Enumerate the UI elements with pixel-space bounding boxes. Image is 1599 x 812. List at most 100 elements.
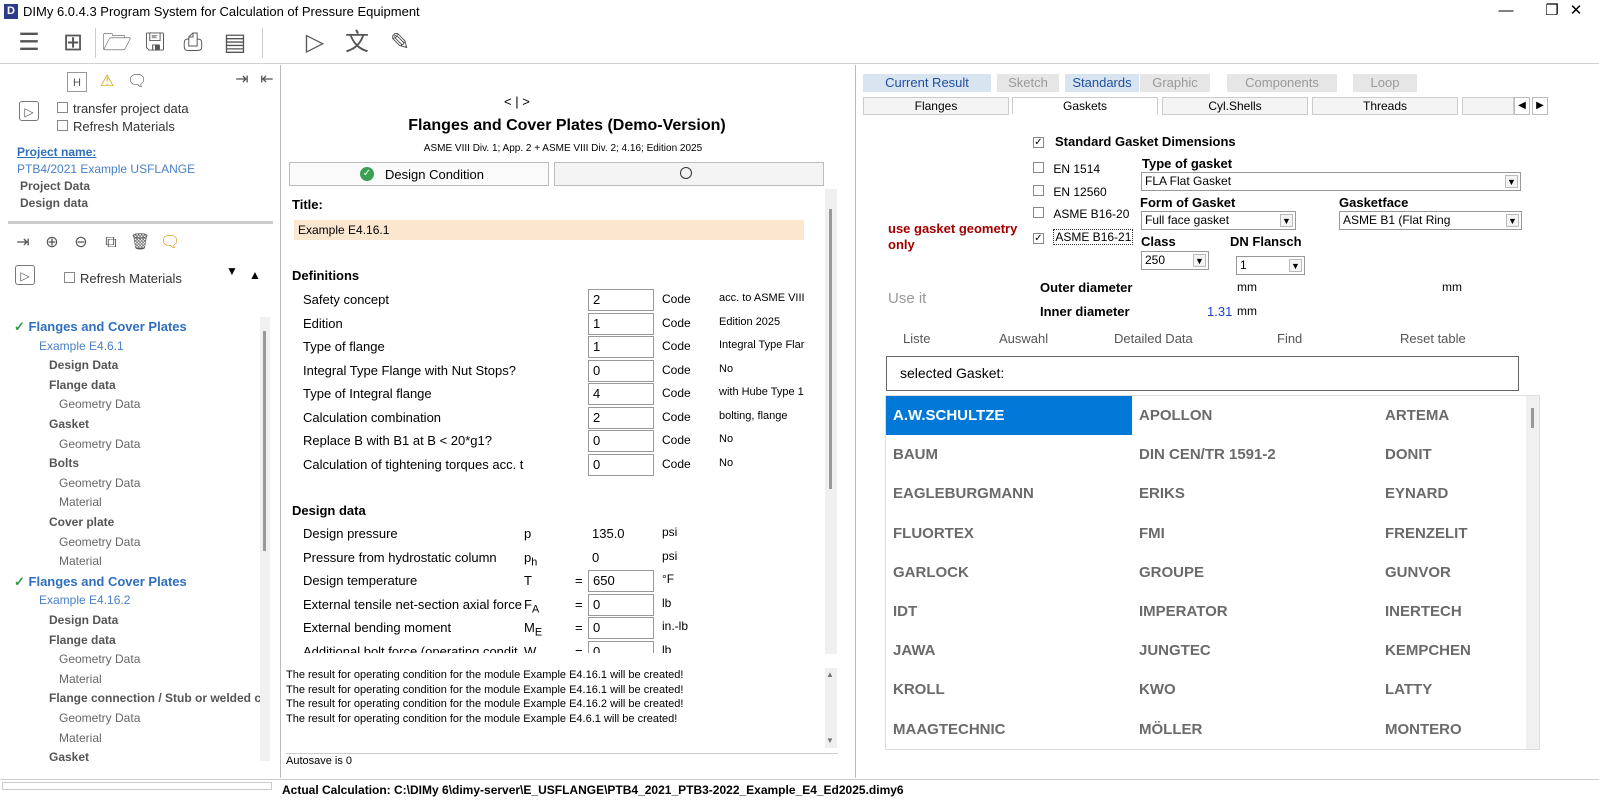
splitter[interactable]	[8, 221, 273, 224]
gasket-manufacturer-cell[interactable]: DONIT	[1378, 435, 1539, 474]
definition-input[interactable]: 0	[588, 430, 654, 452]
scroll-right-icon[interactable]: ▶	[1532, 97, 1548, 115]
std-dims-checkbox[interactable]: ✓	[1033, 137, 1044, 148]
tab-graphic[interactable]: Graphic	[1140, 74, 1210, 92]
tree-item[interactable]: Example E4.6.1	[39, 339, 124, 353]
exit-icon[interactable]: ⇥	[13, 233, 33, 253]
gasket-manufacturer-cell[interactable]: FMI	[1132, 514, 1372, 553]
gasket-manufacturer-cell[interactable]: FRENZELIT	[1378, 514, 1539, 553]
standard-option[interactable]: EN 12560	[1033, 184, 1107, 199]
tab-sketch[interactable]: Sketch	[997, 74, 1059, 92]
gasket-manufacturer-cell[interactable]: FLUORTEX	[886, 514, 1132, 553]
run-settings-icon[interactable]: ▷	[299, 27, 331, 59]
form-scrollbar[interactable]	[825, 189, 837, 654]
tab-loop[interactable]: Loop	[1353, 74, 1417, 92]
tree-item[interactable]: Example E4.16.2	[39, 593, 130, 607]
open-folder-icon[interactable]: 🗁	[101, 27, 133, 59]
class-select[interactable]: 250 ▼	[1141, 251, 1209, 270]
subtab-gaskets[interactable]: Gaskets	[1012, 97, 1158, 115]
refresh-checkbox-2[interactable]	[64, 272, 75, 283]
tree-item[interactable]: Material	[59, 495, 102, 509]
cabinet-icon[interactable]: ▤	[219, 27, 251, 59]
type-select[interactable]: FLA Flat Gasket ▼	[1141, 172, 1521, 191]
definition-input[interactable]: 2	[588, 406, 654, 429]
warning-icon[interactable]: ⚠	[97, 72, 117, 92]
design-input[interactable]: 0	[588, 640, 654, 653]
use-it-button[interactable]: Use it	[888, 290, 926, 307]
export-icon[interactable]: ⇥	[232, 70, 252, 90]
definition-input[interactable]: 1	[588, 336, 654, 358]
tree-item[interactable]: Flange data	[49, 378, 116, 392]
translate-icon[interactable]: 文	[341, 27, 373, 59]
gasket-manufacturer-cell[interactable]: LATTY	[1378, 670, 1539, 709]
tree-item[interactable]: Geometry Data	[59, 711, 140, 725]
minimize-button[interactable]: —	[1483, 0, 1529, 24]
log-scrollbar[interactable]: ▲ ▼	[825, 668, 837, 748]
gasket-manufacturer-cell[interactable]: DIN CEN/TR 1591-2	[1132, 435, 1372, 474]
face-select[interactable]: ASME B1 (Flat Ring ▼	[1339, 211, 1522, 230]
grid-scrollbar[interactable]	[1526, 396, 1539, 749]
duplicate-icon[interactable]: ⧉	[101, 233, 121, 253]
gasket-manufacturer-cell[interactable]: KEMPCHEN	[1378, 631, 1539, 670]
project-data-item[interactable]: Project Data	[20, 179, 90, 193]
auswahl-button[interactable]: Auswahl	[999, 331, 1048, 346]
tree-item[interactable]: Flange connection / Stub or welded co	[49, 691, 260, 705]
tree-item[interactable]: Design Data	[49, 613, 118, 627]
subtab-cylshells[interactable]: Cyl.Shells	[1162, 97, 1308, 115]
definition-input[interactable]: 2	[588, 289, 654, 311]
tree-item[interactable]: Gasket	[49, 750, 89, 761]
tree-item[interactable]: Geometry Data	[59, 652, 140, 666]
reset-table-button[interactable]: Reset table	[1400, 331, 1466, 346]
close-button[interactable]: ✕	[1553, 0, 1599, 24]
gasket-manufacturer-cell[interactable]: A.W.SCHULTZE	[886, 396, 1132, 435]
gasket-manufacturer-cell[interactable]: EAGLEBURGMANN	[886, 474, 1132, 513]
transfer-checkbox[interactable]	[57, 102, 68, 113]
collapse-down-icon[interactable]: ▼	[226, 264, 238, 278]
tree-item[interactable]: Geometry Data	[59, 437, 140, 451]
tree-item[interactable]: Design Data	[49, 358, 118, 372]
refresh-checkbox[interactable]	[57, 120, 68, 131]
tree-item[interactable]: ✓ Flanges and Cover Plates	[14, 319, 187, 335]
note-icon[interactable]: 🗨	[160, 233, 180, 253]
add-icon[interactable]: ⊕	[42, 233, 62, 253]
detailed-data-button[interactable]: Detailed Data	[1114, 331, 1193, 346]
expand-up-icon[interactable]: ▲	[249, 268, 261, 282]
tree-item[interactable]: Bolts	[49, 456, 79, 470]
dn-select[interactable]: 1 ▼	[1236, 256, 1305, 275]
subtab-flanges[interactable]: Flanges	[863, 97, 1009, 115]
tree-item[interactable]: Flange data	[49, 633, 116, 647]
gasket-manufacturer-cell[interactable]: JAWA	[886, 631, 1132, 670]
gasket-manufacturer-cell[interactable]: INERTECH	[1378, 592, 1539, 631]
gasket-manufacturer-cell[interactable]: MAAGTECHNIC	[886, 710, 1132, 749]
design-input[interactable]: 0	[588, 593, 654, 616]
tree-item[interactable]: Material	[59, 672, 102, 686]
gasket-manufacturer-cell[interactable]: MÖLLER	[1132, 710, 1372, 749]
comment-icon[interactable]: 🗨	[127, 72, 147, 92]
form-select[interactable]: Full face gasket ▼	[1141, 211, 1296, 230]
tab-current-result[interactable]: Current Result	[863, 74, 991, 92]
gasket-manufacturer-cell[interactable]: KWO	[1132, 670, 1372, 709]
definition-input[interactable]: 1	[588, 312, 654, 335]
scroll-left-icon[interactable]: ◀	[1514, 97, 1530, 115]
tree-item[interactable]: Gasket	[49, 417, 89, 431]
tree-item[interactable]: Cover plate	[49, 515, 114, 529]
tab-design-condition[interactable]: ✓ Design Condition	[289, 162, 549, 186]
tree-scrollbar[interactable]	[260, 317, 270, 761]
h-icon[interactable]: H	[67, 72, 87, 92]
tab-second-condition[interactable]	[554, 162, 824, 186]
gasket-manufacturer-cell[interactable]: BAUM	[886, 435, 1132, 474]
record-nav[interactable]: < | >	[504, 94, 530, 109]
remove-icon[interactable]: ⊖	[71, 233, 91, 253]
standard-checkbox[interactable]	[1033, 207, 1044, 219]
import-icon[interactable]: ⇤	[257, 70, 277, 90]
gasket-manufacturer-cell[interactable]: MONTERO	[1378, 710, 1539, 749]
design-data-item[interactable]: Design data	[20, 196, 88, 210]
menu-icon[interactable]: ☰	[13, 27, 45, 59]
tree-item[interactable]: ✓ Flanges and Cover Plates	[14, 574, 187, 590]
standard-checkbox[interactable]	[1033, 162, 1044, 173]
tree-item[interactable]: Geometry Data	[59, 535, 140, 549]
gasket-manufacturer-cell[interactable]: APOLLON	[1132, 396, 1372, 435]
project-name-link[interactable]: Project name:	[17, 145, 96, 159]
gasket-manufacturer-cell[interactable]: IMPERATOR	[1132, 592, 1372, 631]
gasket-manufacturer-cell[interactable]: EYNARD	[1378, 474, 1539, 513]
